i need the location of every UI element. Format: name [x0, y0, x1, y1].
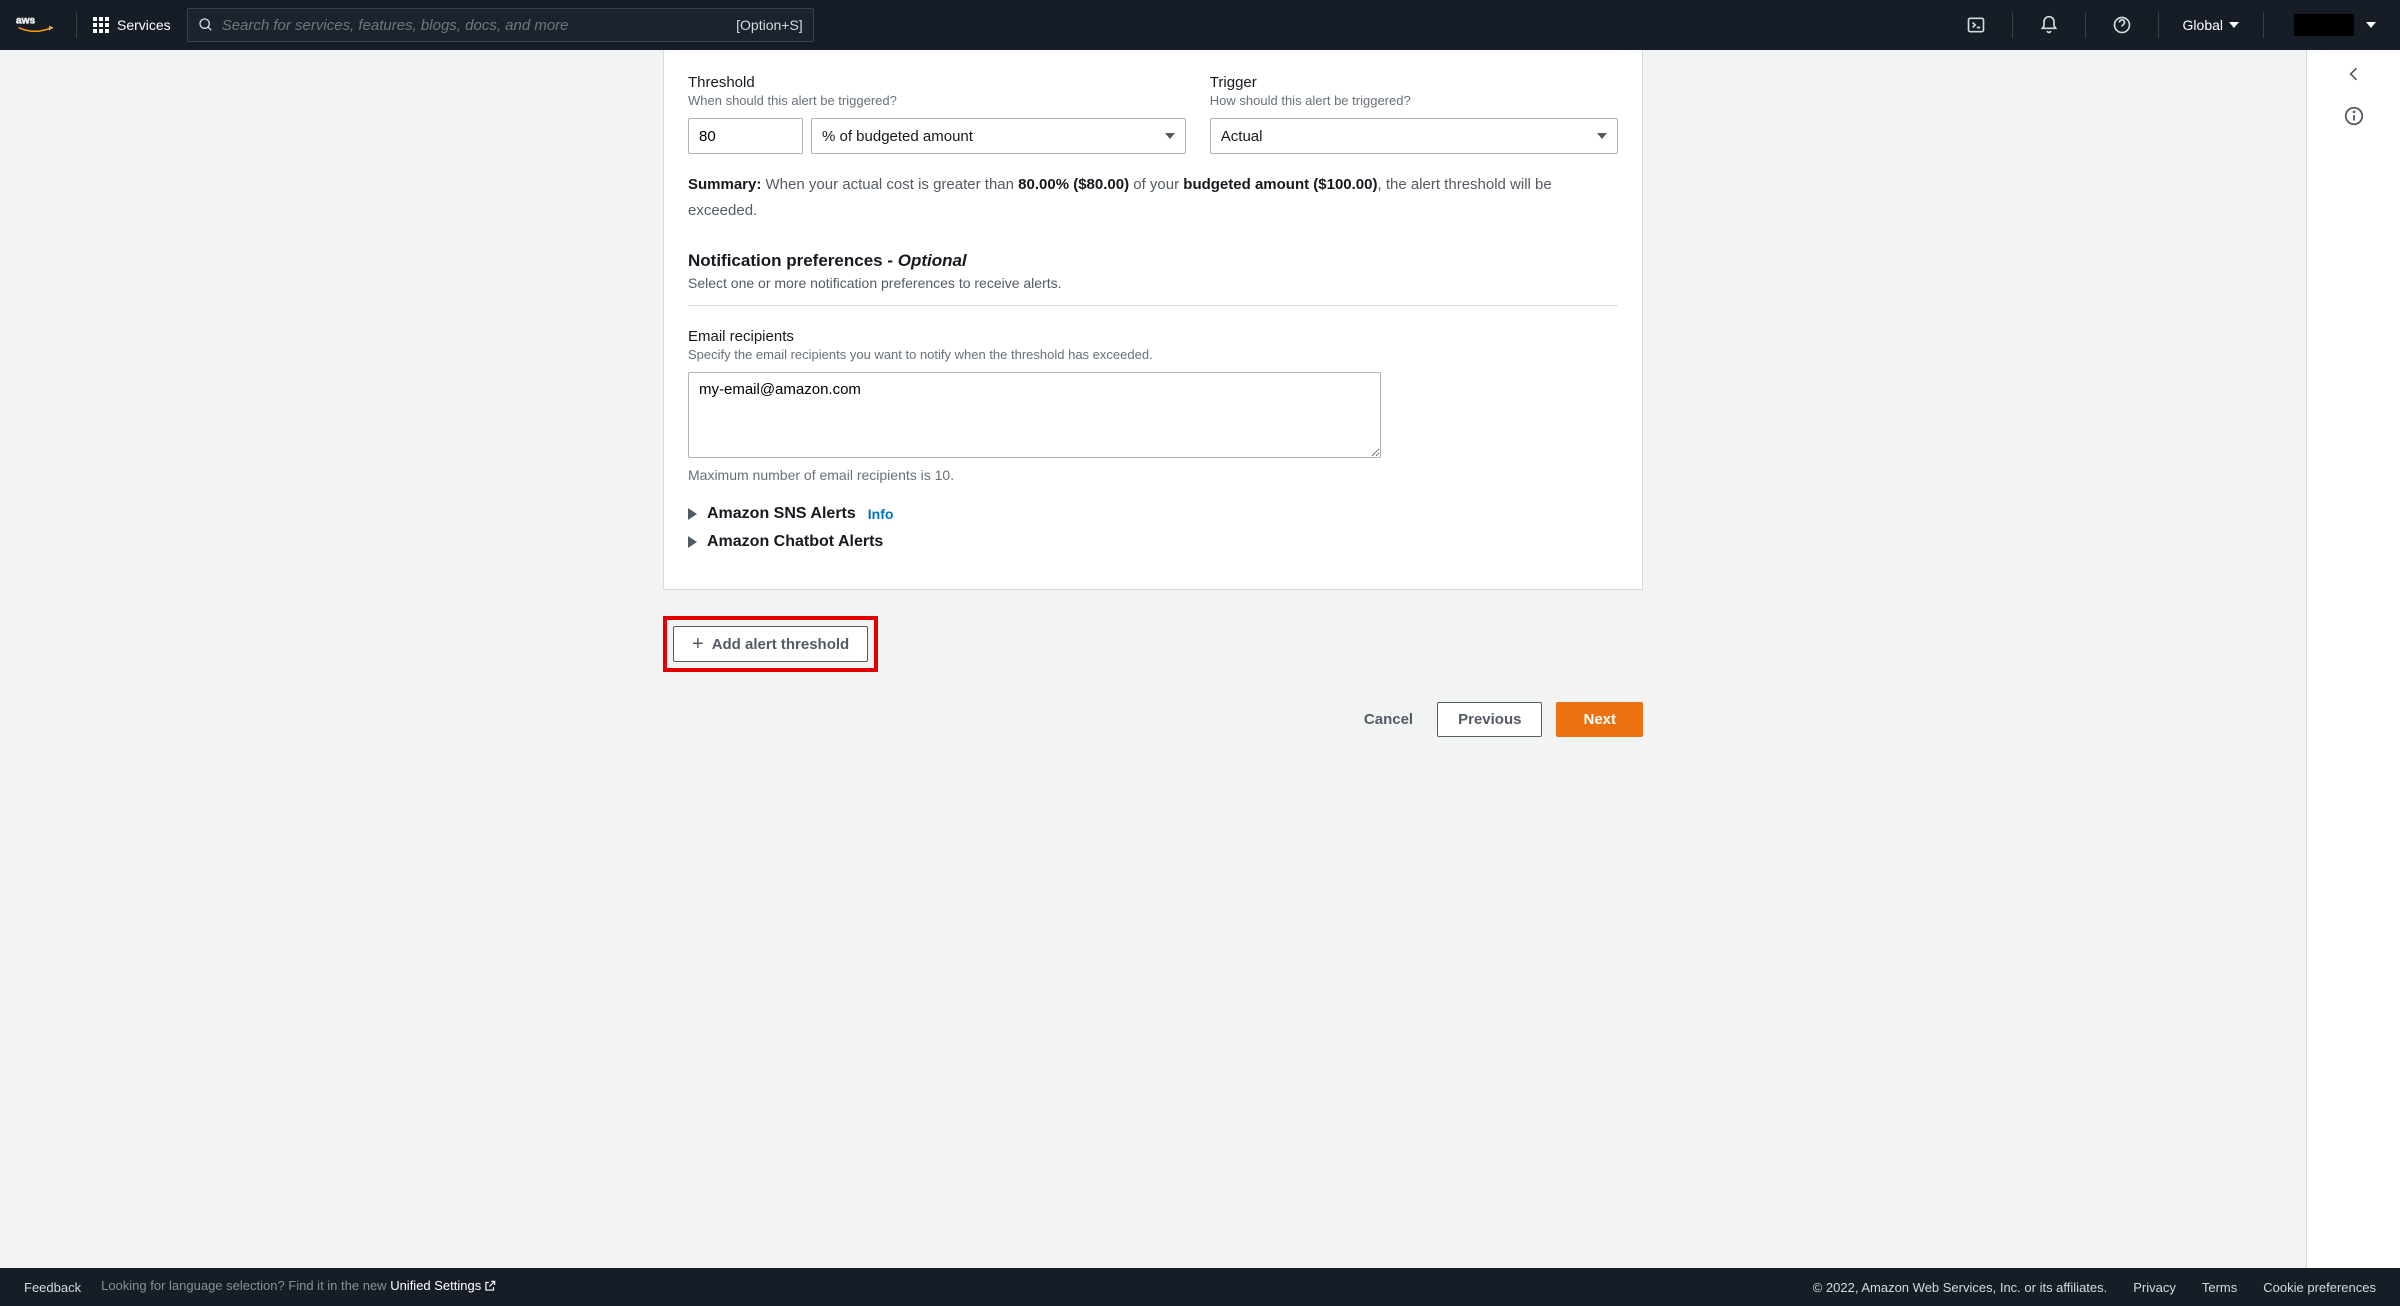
- caret-down-icon: [2366, 22, 2376, 28]
- sns-alerts-label: Amazon SNS Alerts: [707, 505, 856, 523]
- footer-bar: Feedback Looking for language selection?…: [0, 1268, 2400, 1306]
- trigger-label: Trigger: [1210, 74, 1618, 91]
- chatbot-alerts-label: Amazon Chatbot Alerts: [707, 533, 883, 551]
- caret-down-icon: [1165, 133, 1175, 139]
- chatbot-alerts-expander[interactable]: Amazon Chatbot Alerts: [688, 533, 1618, 551]
- trigger-sublabel: How should this alert be triggered?: [1210, 93, 1618, 108]
- wizard-actions: Cancel Previous Next: [663, 702, 1643, 737]
- help-icon[interactable]: [2102, 0, 2142, 50]
- threshold-unit-value: % of budgeted amount: [822, 128, 973, 145]
- help-panel-rail: [2306, 50, 2400, 1268]
- triangle-right-icon: [688, 536, 697, 548]
- previous-button[interactable]: Previous: [1437, 702, 1542, 737]
- collapse-help-icon[interactable]: [2344, 64, 2364, 87]
- account-redacted: [2294, 14, 2354, 36]
- add-alert-threshold-label: Add alert threshold: [712, 636, 850, 653]
- threshold-sublabel: When should this alert be triggered?: [688, 93, 1186, 108]
- email-sublabel: Specify the email recipients you want to…: [688, 347, 1618, 362]
- notification-section-sub: Select one or more notification preferen…: [688, 275, 1618, 291]
- add-threshold-highlight: + Add alert threshold: [663, 616, 878, 672]
- account-menu[interactable]: [2280, 14, 2384, 36]
- threshold-value-input[interactable]: [688, 118, 803, 154]
- alert-config-panel: Threshold When should this alert be trig…: [663, 50, 1643, 590]
- notifications-icon[interactable]: [2029, 0, 2069, 50]
- services-label: Services: [117, 17, 171, 33]
- info-link[interactable]: Info: [868, 506, 894, 522]
- summary-text: Summary: When your actual cost is greate…: [688, 172, 1618, 223]
- email-recipients-input[interactable]: [688, 372, 1381, 458]
- divider: [76, 12, 77, 38]
- cookie-preferences-link[interactable]: Cookie preferences: [2263, 1280, 2376, 1295]
- trigger-value: Actual: [1221, 128, 1263, 145]
- threshold-unit-select[interactable]: % of budgeted amount: [811, 118, 1186, 154]
- notification-section-title: Notification preferences - Optional: [688, 251, 1618, 271]
- cloudshell-icon[interactable]: [1956, 0, 1996, 50]
- trigger-select[interactable]: Actual: [1210, 118, 1618, 154]
- cancel-button[interactable]: Cancel: [1354, 703, 1423, 736]
- next-button[interactable]: Next: [1556, 702, 1643, 737]
- services-menu[interactable]: Services: [93, 17, 171, 33]
- svg-text:aws: aws: [16, 16, 36, 27]
- caret-down-icon: [2229, 22, 2239, 28]
- caret-down-icon: [1597, 133, 1607, 139]
- unified-settings-link[interactable]: Unified Settings: [390, 1278, 497, 1293]
- aws-logo[interactable]: aws: [16, 13, 54, 37]
- triangle-right-icon: [688, 508, 697, 520]
- plus-icon: +: [692, 634, 704, 654]
- region-label: Global: [2183, 17, 2223, 33]
- info-icon[interactable]: [2343, 105, 2365, 130]
- add-alert-threshold-button[interactable]: + Add alert threshold: [673, 626, 868, 662]
- language-prompt: Looking for language selection? Find it …: [101, 1278, 497, 1295]
- email-label: Email recipients: [688, 328, 1618, 345]
- divider: [688, 305, 1618, 306]
- email-hint: Maximum number of email recipients is 10…: [688, 467, 1618, 483]
- search-icon: [198, 17, 214, 33]
- search-box[interactable]: [Option+S]: [187, 8, 814, 42]
- feedback-link[interactable]: Feedback: [24, 1280, 81, 1295]
- sns-alerts-expander[interactable]: Amazon SNS Alerts Info: [688, 505, 1618, 523]
- search-input[interactable]: [222, 17, 728, 34]
- region-selector[interactable]: Global: [2175, 17, 2247, 33]
- grid-icon: [93, 17, 109, 33]
- external-link-icon: [483, 1279, 497, 1296]
- terms-link[interactable]: Terms: [2202, 1280, 2237, 1295]
- copyright: © 2022, Amazon Web Services, Inc. or its…: [1813, 1280, 2108, 1295]
- threshold-label: Threshold: [688, 74, 1186, 91]
- top-nav: aws Services [Option+S] Global: [0, 0, 2400, 50]
- privacy-link[interactable]: Privacy: [2133, 1280, 2176, 1295]
- search-hotkey: [Option+S]: [736, 17, 803, 33]
